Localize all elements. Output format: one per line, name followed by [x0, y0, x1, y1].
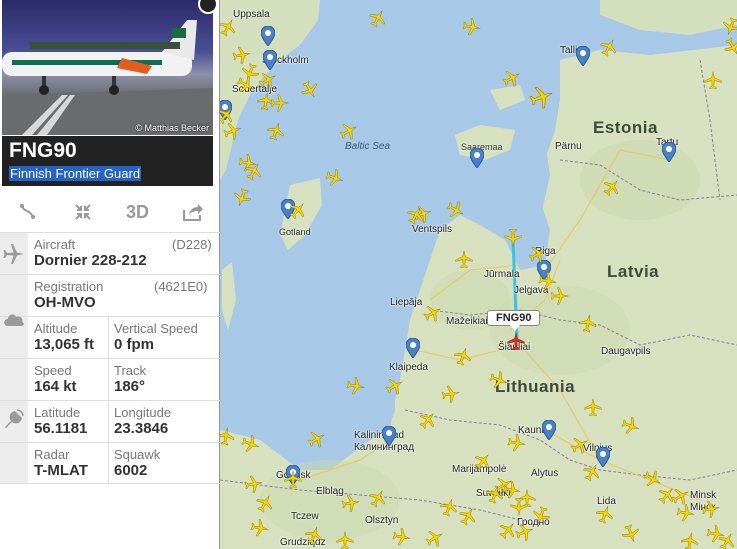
airplane-icon: [0, 233, 28, 274]
aircraft-marker-icon[interactable]: [674, 501, 697, 524]
airport-pin-icon[interactable]: [261, 26, 275, 46]
speed-label: Speed: [34, 363, 72, 378]
share-icon: [182, 204, 203, 221]
aircraft-marker-icon[interactable]: [583, 397, 603, 417]
route-button[interactable]: [0, 192, 55, 232]
radar-value: T-MLAT: [34, 462, 88, 479]
altitude-value: 13,065 ft: [34, 336, 95, 353]
speed-value: 164 kt: [34, 378, 77, 395]
aircraft-marker-icon[interactable]: [335, 530, 355, 549]
track-value: 186°: [114, 378, 146, 395]
aircraft-marker-icon[interactable]: [460, 15, 483, 38]
radar-label: Radar: [34, 447, 70, 462]
close-panel-button[interactable]: [198, 0, 218, 14]
aircraft-row: Aircraft Dornier 228-212 (D228): [0, 232, 220, 274]
position-row: Latitude 56.1181 Longitude 23.3846: [0, 400, 220, 442]
panel-toolbar: 3D: [0, 192, 220, 232]
speed-row: Speed 164 kt Track 186°: [0, 358, 220, 400]
aircraft-marker-icon[interactable]: [704, 522, 727, 545]
track-label: Track: [114, 363, 147, 378]
aircraft-marker-icon[interactable]: [270, 93, 290, 113]
flight-callsign: FNG90: [9, 139, 77, 162]
selected-flight-tag[interactable]: FNG90: [487, 310, 541, 331]
squawk-label: Squawk: [114, 447, 161, 462]
collapse-button[interactable]: [55, 192, 110, 232]
registration-row: Registration OH-MVO (4621E0): [0, 274, 220, 316]
altitude-row: Altitude 13,065 ft Vertical Speed 0 fpm: [0, 314, 220, 358]
aircraft-marker-icon[interactable]: [454, 249, 474, 269]
registration-value: OH-MVO: [34, 294, 96, 311]
aircraft-code: (D228): [172, 237, 212, 252]
flight-info-panel: © Matthias Becker FNG90 Finnish Frontier…: [0, 0, 220, 549]
aircraft-marker-icon[interactable]: [344, 374, 367, 397]
latitude-label: Latitude: [34, 405, 81, 420]
airport-pin-icon[interactable]: [662, 142, 676, 162]
cloud-icon: [0, 314, 28, 358]
aircraft-marker-icon[interactable]: [576, 311, 599, 334]
squawk-value: 6002: [114, 462, 148, 479]
aircraft-marker-icon[interactable]: [283, 469, 303, 489]
altitude-label: Altitude: [34, 321, 78, 336]
share-button[interactable]: [165, 192, 220, 232]
aircraft-photo: © Matthias Becker: [2, 0, 213, 135]
registration-code: (4621E0): [154, 279, 208, 294]
collapse-arrows-icon: [74, 204, 91, 220]
aircraft-marker-icon[interactable]: [339, 491, 362, 514]
airport-pin-icon[interactable]: [382, 426, 396, 446]
airport-pin-icon[interactable]: [542, 420, 556, 440]
selected-aircraft-icon[interactable]: [506, 331, 526, 351]
aircraft-marker-icon[interactable]: [439, 382, 462, 405]
aircraft-marker-icon[interactable]: [550, 286, 570, 306]
longitude-value: 23.3846: [114, 420, 169, 437]
airport-pin-icon[interactable]: [470, 148, 484, 168]
radar-row: Radar T-MLAT Squawk 6002: [0, 442, 220, 484]
flight-title-block: FNG90 Finnish Frontier Guard: [2, 136, 213, 186]
aircraft-marker-icon[interactable]: [248, 516, 271, 539]
longitude-label: Longitude: [114, 405, 172, 420]
latitude-value: 56.1181: [34, 420, 88, 437]
airport-pin-icon[interactable]: [576, 46, 590, 66]
aircraft-marker-icon[interactable]: [678, 529, 701, 549]
flight-details: Aircraft Dornier 228-212 (D228) Registra…: [0, 232, 220, 484]
photo-credit: © Matthias Becker: [135, 123, 209, 133]
airport-pin-icon[interactable]: [406, 338, 420, 358]
aircraft-marker-icon[interactable]: [509, 497, 529, 517]
aircraft-marker-icon[interactable]: [703, 70, 723, 90]
aircraft-marker-icon[interactable]: [505, 431, 528, 454]
view-3d-button[interactable]: 3D: [110, 192, 165, 232]
vertical-speed-value: 0 fpm: [114, 336, 155, 353]
route-icon: [19, 204, 35, 219]
radar-dish-icon: [0, 401, 28, 442]
vertical-speed-label: Vertical Speed: [114, 321, 198, 336]
aircraft-marker-icon[interactable]: [503, 228, 523, 248]
aircraft-value: Dornier 228-212: [34, 252, 147, 269]
flight-operator: Finnish Frontier Guard: [9, 166, 142, 181]
aircraft-marker-icon[interactable]: [699, 497, 722, 520]
aircraft-marker-icon[interactable]: [390, 525, 413, 548]
